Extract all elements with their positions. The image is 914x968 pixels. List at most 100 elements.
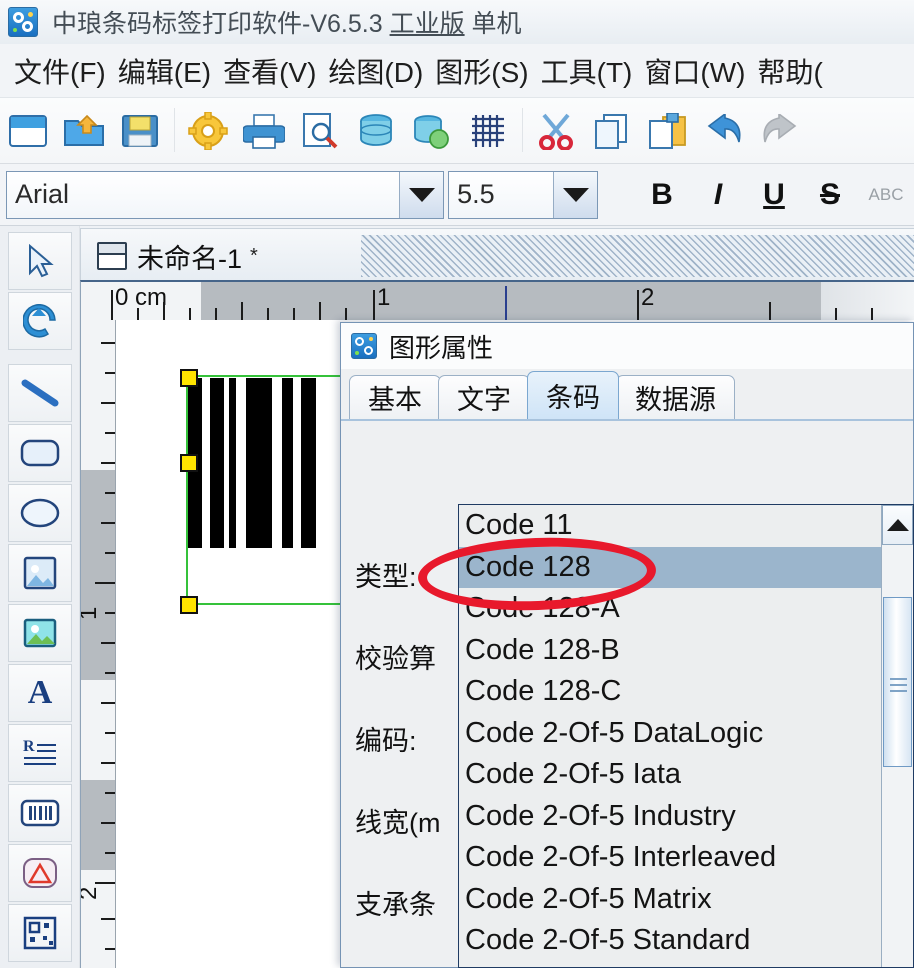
format-toolbar: Arial 5.5 B I U S ABC [0,164,914,226]
print-icon [243,113,285,149]
dialog-title: 图形属性 [389,328,493,365]
font-size-value: 5.5 [449,179,553,210]
scrollbar-thumb[interactable] [883,597,912,767]
tool-text[interactable]: A [8,664,72,722]
print-preview-button[interactable] [292,103,348,159]
database-icon [357,113,395,149]
scroll-up-arrow-icon[interactable] [882,505,913,545]
bold-button[interactable]: B [634,171,690,219]
redo-arrow-icon [759,114,801,148]
font-family-value: Arial [7,179,399,210]
tool-select[interactable] [8,232,72,290]
tool-barcode[interactable] [8,784,72,842]
tool-shape[interactable] [8,844,72,902]
resize-handle-top-left[interactable] [180,369,198,387]
dropdown-item-code-2of5-interleaved[interactable]: Code 2-Of-5 Interleaved [459,837,881,879]
database-link-icon [412,113,452,149]
document-modified-marker: * [250,245,258,268]
document-tab-label: 未命名-1 [137,237,242,276]
open-folder-button[interactable] [56,103,112,159]
dropdown-item-code-2of5-iata[interactable]: Code 2-Of-5 Iata [459,754,881,796]
save-button[interactable] [112,103,168,159]
dropdown-item-code-128-c[interactable]: Code 128-C [459,671,881,713]
text-a-icon: A [28,674,53,712]
barcode-object[interactable] [188,378,316,548]
paste-icon [647,113,689,149]
database-link-button[interactable] [404,103,460,159]
picture-icon [23,616,57,650]
ruler-label-1: 1 [377,284,390,312]
menu-window[interactable]: 窗口(W) [638,51,751,91]
main-toolbar [0,98,914,164]
undo-button[interactable] [696,103,752,159]
field-bearerbar-label: 支承条 [355,883,436,922]
resize-handle-bottom-left[interactable] [180,596,198,614]
tab-datasource[interactable]: 数据源 [616,375,735,419]
field-type-label: 类型: [355,555,417,594]
document-tab[interactable]: 未命名-1 * [87,233,272,279]
font-size-combo[interactable]: 5.5 [448,171,598,219]
field-checksum-label: 校验算 [355,637,436,676]
paste-button[interactable] [640,103,696,159]
ellipse-icon [19,497,61,529]
copy-icon [592,113,632,149]
dropdown-item-code-2of5-datalogic[interactable]: Code 2-Of-5 DataLogic [459,713,881,755]
font-family-dropdown-arrow[interactable] [399,172,443,218]
select-arrow-icon [25,244,55,278]
dialog-title-bar: 图形属性 [341,323,913,369]
menu-tools[interactable]: 工具(T) [535,51,639,91]
resize-handle-middle-left[interactable] [180,454,198,472]
toolbar-separator-1 [168,108,180,154]
spellcheck-button[interactable]: ABC [858,171,914,219]
menu-draw[interactable]: 绘图(D) [322,51,429,91]
menu-shape[interactable]: 图形(S) [429,51,534,91]
tool-rich-text[interactable]: R [8,724,72,782]
cut-button[interactable] [528,103,584,159]
tab-barcode[interactable]: 条码 [527,371,619,419]
tab-basic[interactable]: 基本 [349,375,441,419]
print-preview-icon [300,112,340,150]
window-title-main: 中琅条码标签打印软件-V6.5.3 [52,10,390,38]
tool-qrcode[interactable] [8,904,72,962]
dropdown-item-code-2of5-standard[interactable]: Code 2-Of-5 Standard [459,920,881,962]
menu-view[interactable]: 查看(V) [217,51,322,91]
tab-text[interactable]: 文字 [438,375,530,419]
menu-edit[interactable]: 编辑(E) [112,51,217,91]
menu-help[interactable]: 帮助( [751,51,828,91]
dropdown-item-code-2of5-industry[interactable]: Code 2-Of-5 Industry [459,796,881,838]
ruler-label-2: 2 [641,284,654,312]
tool-line[interactable] [8,364,72,422]
font-size-dropdown-arrow[interactable] [553,172,597,218]
settings-button[interactable] [180,103,236,159]
tool-ellipse[interactable] [8,484,72,542]
window-title-edition: 工业版 [390,10,465,38]
strikethrough-button[interactable]: S [802,171,858,219]
font-family-combo[interactable]: Arial [6,171,444,219]
tab-bar-hatch [361,235,914,277]
dropdown-item-code-128-b[interactable]: Code 128-B [459,630,881,672]
application-window: 中琅条码标签打印软件-V6.5.3 工业版 单机 文件(F) 编辑(E) 查看(… [0,0,914,968]
italic-button[interactable]: I [690,171,746,219]
dropdown-scrollbar[interactable] [881,505,913,967]
underline-button[interactable]: U [746,171,802,219]
qrcode-icon [23,916,57,950]
save-floppy-icon [121,113,159,149]
tool-image-frame[interactable] [8,544,72,602]
toolbar-separator-2 [516,108,528,154]
tool-rounded-rect[interactable] [8,424,72,482]
field-linewidth-label: 线宽(m [355,801,440,840]
tool-picture[interactable] [8,604,72,662]
database-button[interactable] [348,103,404,159]
shape-icon [22,857,58,889]
new-document-button[interactable] [0,103,56,159]
menu-file[interactable]: 文件(F) [8,51,112,91]
copy-button[interactable] [584,103,640,159]
print-button[interactable] [236,103,292,159]
field-encoding-label: 编码: [355,719,417,758]
dropdown-item-code-2of5-matrix[interactable]: Code 2-Of-5 Matrix [459,879,881,921]
grid-button[interactable] [460,103,516,159]
menu-bar: 文件(F) 编辑(E) 查看(V) 绘图(D) 图形(S) 工具(T) 窗口(W… [0,44,914,98]
redo-button[interactable] [752,103,808,159]
rotate-icon [23,304,57,338]
tool-rotate[interactable] [8,292,72,350]
